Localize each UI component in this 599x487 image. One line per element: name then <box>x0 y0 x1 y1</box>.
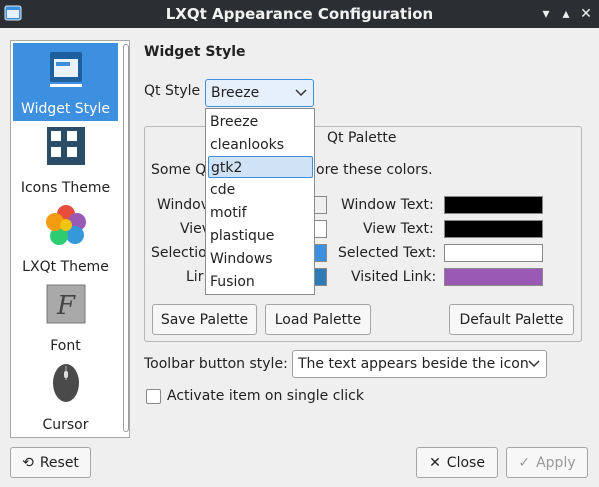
sidebar-item-label: Icons Theme <box>20 180 111 196</box>
window-text-swatch[interactable] <box>444 196 543 214</box>
scrollbar-thumb[interactable] <box>123 44 129 432</box>
single-click-checkbox[interactable] <box>146 389 161 404</box>
font-icon: F <box>46 284 86 324</box>
sidebar-item-font[interactable]: F Font <box>13 280 118 358</box>
sidebar-item-widget-style[interactable]: Widget Style <box>13 43 118 121</box>
window-color-label: Windov <box>157 197 210 213</box>
chevron-down-icon <box>295 89 307 97</box>
link-color-swatch[interactable] <box>314 268 327 286</box>
sidebar-item-cursor[interactable]: Cursor <box>13 359 118 437</box>
qt-style-value: Breeze <box>211 85 260 101</box>
window-color-swatch[interactable] <box>314 196 327 214</box>
selection-color-swatch[interactable] <box>314 244 327 262</box>
close-window-button[interactable]: ✕ <box>576 4 596 24</box>
view-color-swatch[interactable] <box>314 220 327 238</box>
style-option-motif[interactable]: motif <box>208 202 313 224</box>
window-text-label: Window Text: <box>341 197 434 213</box>
close-label: Close <box>446 454 485 471</box>
maximize-button[interactable]: ▴ <box>556 4 576 24</box>
title-bar: LXQt Appearance Configuration ▾ ▴ ✕ <box>0 0 599 28</box>
load-palette-button[interactable]: Load Palette <box>265 304 371 335</box>
link-color-label: Lir <box>186 269 204 285</box>
toolbar-style-label: Toolbar button style: <box>144 356 288 372</box>
toolbar-style-combo[interactable]: The text appears beside the icon <box>292 350 547 378</box>
selected-text-label: Selected Text: <box>338 245 437 261</box>
style-option-cde[interactable]: cde <box>208 179 313 201</box>
style-option-plastique[interactable]: plastique <box>208 225 313 247</box>
sidebar-item-label: Cursor <box>42 417 89 433</box>
view-text-label: View Text: <box>363 221 434 237</box>
sidebar-item-icons-theme[interactable]: Icons Theme <box>13 122 118 200</box>
style-option-fusion[interactable]: Fusion <box>208 271 313 293</box>
cursor-icon <box>53 364 79 402</box>
style-option-cleanlooks[interactable]: cleanlooks <box>208 134 313 156</box>
view-text-swatch[interactable] <box>444 220 543 238</box>
visited-link-label: Visited Link: <box>351 269 437 285</box>
style-option-breeze[interactable]: Breeze <box>208 111 313 133</box>
sidebar-item-lxqt-theme[interactable]: LXQt Theme <box>13 201 118 279</box>
svg-text:F: F <box>56 291 76 321</box>
sidebar-item-label: Font <box>50 338 81 354</box>
single-click-label[interactable]: Activate item on single click <box>167 388 364 404</box>
lxqt-theme-icon <box>46 205 86 245</box>
sidebar-item-label: Widget Style <box>21 101 110 117</box>
section-title: Widget Style <box>144 44 246 60</box>
selected-text-swatch[interactable] <box>444 244 543 262</box>
style-option-gtk2[interactable]: gtk2 <box>208 156 313 178</box>
qt-style-label: Qt Style <box>144 83 201 99</box>
selection-color-label: Selectio <box>151 245 207 261</box>
close-icon: ✕ <box>429 454 441 471</box>
apply-button[interactable]: ✓ Apply <box>506 447 588 478</box>
default-palette-button[interactable]: Default Palette <box>449 304 574 335</box>
category-sidebar: Widget Style Icons Theme LXQt Theme F Fo… <box>10 40 130 438</box>
sidebar-scrollbar[interactable] <box>123 44 129 434</box>
chevron-down-icon <box>528 360 540 368</box>
reset-icon: ⟲ <box>22 454 34 471</box>
save-palette-button[interactable]: Save Palette <box>152 304 257 335</box>
qt-style-combo[interactable]: Breeze <box>205 79 314 107</box>
window-title: LXQt Appearance Configuration <box>165 5 434 23</box>
palette-title: Qt Palette <box>327 130 397 146</box>
icons-theme-icon <box>47 127 85 165</box>
palette-description-end: ore these colors. <box>316 162 433 178</box>
palette-description-start: Some Q <box>151 162 207 178</box>
sidebar-item-label: LXQt Theme <box>22 259 109 275</box>
reset-label: Reset <box>39 454 79 471</box>
reset-button[interactable]: ⟲ Reset <box>10 447 91 478</box>
qt-style-dropdown-list: Breeze cleanlooks gtk2 cde motif plastiq… <box>205 108 315 295</box>
apply-icon: ✓ <box>518 454 531 471</box>
app-window-icon <box>4 5 22 21</box>
toolbar-style-value: The text appears beside the icon <box>298 356 529 372</box>
visited-link-swatch[interactable] <box>444 268 543 286</box>
minimize-button[interactable]: ▾ <box>536 4 556 24</box>
close-button[interactable]: ✕ Close <box>416 447 498 478</box>
widget-style-icon <box>50 52 82 87</box>
style-option-windows[interactable]: Windows <box>208 248 313 270</box>
apply-label: Apply <box>536 454 576 471</box>
